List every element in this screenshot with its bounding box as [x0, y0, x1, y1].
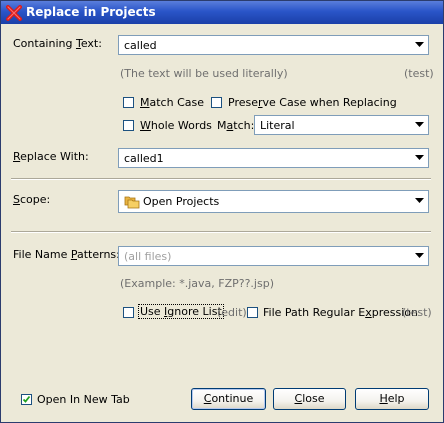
separator-1: [11, 178, 431, 180]
replace-with-combo[interactable]: called1: [118, 148, 429, 168]
edit-ignore-list-link[interactable]: (edit): [217, 306, 247, 319]
preserve-case-checkbox[interactable]: [211, 97, 222, 108]
use-ignore-list-label: Use Ignore List: [138, 304, 224, 319]
test-link[interactable]: (test): [404, 67, 434, 80]
match-case-checkbox[interactable]: [123, 97, 134, 108]
regex-path-label: File Path Regular Expression: [263, 306, 418, 319]
chevron-down-icon: [415, 198, 424, 203]
scope-label: Scope:: [13, 193, 51, 206]
checkmark-icon: [22, 395, 31, 403]
chevron-down-icon: [415, 253, 424, 258]
help-button[interactable]: Help: [355, 388, 429, 410]
continue-button[interactable]: Continue: [191, 388, 266, 410]
file-patterns-label: File Name Patterns:: [13, 248, 120, 261]
app-x-icon: [6, 5, 22, 21]
literal-hint: (The text will be used literally): [120, 67, 288, 80]
match-mode-select[interactable]: Literal: [254, 115, 429, 135]
match-mode-dropdown-button[interactable]: [411, 117, 427, 133]
title-bar[interactable]: Replace in Projects: [1, 1, 443, 24]
containing-text-value: called: [124, 39, 157, 52]
replace-with-dropdown-button[interactable]: [411, 150, 427, 166]
chevron-down-icon: [415, 155, 424, 160]
containing-text-combo[interactable]: called: [118, 35, 429, 55]
close-button[interactable]: Close: [273, 388, 346, 410]
patterns-example: (Example: *.java, FZP??.jsp): [120, 277, 274, 290]
regex-test-link[interactable]: (test): [402, 306, 432, 319]
open-in-new-tab-checkbox[interactable]: [21, 394, 32, 405]
match-mode-value: Literal: [260, 119, 295, 132]
file-patterns-combo[interactable]: (all files): [118, 246, 429, 266]
projects-folder-icon: [124, 194, 140, 212]
whole-words-checkbox[interactable]: [123, 120, 134, 131]
chevron-down-icon: [415, 42, 424, 47]
scope-value: Open Projects: [143, 195, 220, 208]
containing-text-dropdown-button[interactable]: [411, 37, 427, 53]
file-patterns-dropdown-button[interactable]: [411, 248, 427, 264]
file-patterns-placeholder: (all files): [124, 250, 172, 263]
preserve-case-label: Preserve Case when Replacing: [228, 96, 397, 109]
window-title: Replace in Projects: [26, 5, 156, 19]
whole-words-label: Whole Words: [140, 119, 212, 132]
match-mode-label: Match:: [217, 119, 255, 132]
scope-dropdown-button[interactable]: [411, 193, 427, 210]
scope-select[interactable]: Open Projects: [118, 190, 429, 213]
replace-with-value: called1: [124, 152, 164, 165]
separator-2: [11, 231, 431, 233]
replace-dialog: Replace in Projects Containing Text: cal…: [0, 0, 444, 423]
match-case-label: Match Case: [140, 96, 204, 109]
regex-path-checkbox[interactable]: [247, 307, 258, 318]
containing-text-label: Containing Text:: [13, 37, 102, 50]
replace-with-label: Replace With:: [13, 150, 89, 163]
use-ignore-list-checkbox[interactable]: [123, 307, 134, 318]
open-in-new-tab-label: Open In New Tab: [37, 393, 130, 406]
chevron-down-icon: [415, 122, 424, 127]
